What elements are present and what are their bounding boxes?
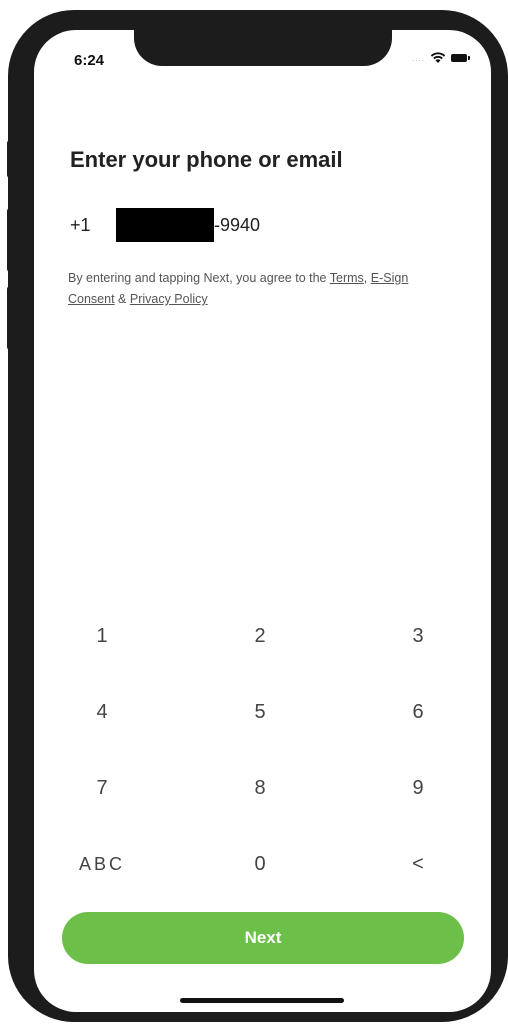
- page-title: Enter your phone or email: [70, 147, 343, 172]
- key-3[interactable]: 3: [370, 625, 466, 648]
- volume-down-button: [7, 286, 14, 350]
- keypad-row: ABC 0 <: [54, 826, 466, 902]
- key-4[interactable]: 4: [54, 701, 150, 724]
- terms-link[interactable]: Terms: [330, 271, 364, 285]
- key-7[interactable]: 7: [54, 777, 150, 800]
- key-6[interactable]: 6: [370, 701, 466, 724]
- keypad-row: 7 8 9: [54, 750, 466, 826]
- volume-up-button: [7, 208, 14, 272]
- backspace-key[interactable]: <: [370, 853, 466, 876]
- notch: [134, 30, 392, 66]
- battery-icon: [451, 54, 470, 62]
- country-code[interactable]: +1: [70, 215, 116, 236]
- legal-separator-1: ,: [363, 271, 371, 285]
- key-1[interactable]: 1: [54, 625, 150, 648]
- legal-separator-2: &: [114, 292, 130, 306]
- key-0[interactable]: 0: [212, 853, 308, 876]
- redacted-phone-digits: [116, 208, 214, 242]
- screen: 6:24 .... Enter your phone or email +1 -…: [34, 30, 491, 1012]
- status-time: 6:24: [74, 52, 105, 69]
- key-8[interactable]: 8: [212, 777, 308, 800]
- number-keypad: 1 2 3 4 5 6 7 8 9 ABC 0 <: [54, 598, 466, 902]
- key-2[interactable]: 2: [212, 625, 308, 648]
- key-9[interactable]: 9: [370, 777, 466, 800]
- status-icons: ....: [412, 52, 470, 64]
- keypad-row: 1 2 3: [54, 598, 466, 674]
- key-5[interactable]: 5: [212, 701, 308, 724]
- wifi-icon: [430, 52, 446, 63]
- key-abc[interactable]: ABC: [54, 854, 150, 875]
- phone-number-suffix: -9940: [214, 214, 261, 235]
- mute-switch: [7, 140, 14, 178]
- home-indicator[interactable]: [180, 998, 344, 1003]
- keypad-row: 4 5 6: [54, 674, 466, 750]
- phone-input-field[interactable]: +1 -9940: [70, 208, 260, 242]
- legal-text: By entering and tapping Next, you agree …: [68, 268, 428, 310]
- legal-prefix: By entering and tapping Next, you agree …: [68, 271, 330, 285]
- next-button[interactable]: Next: [62, 912, 464, 964]
- signal-icon: ....: [412, 53, 425, 63]
- privacy-policy-link[interactable]: Privacy Policy: [130, 292, 208, 306]
